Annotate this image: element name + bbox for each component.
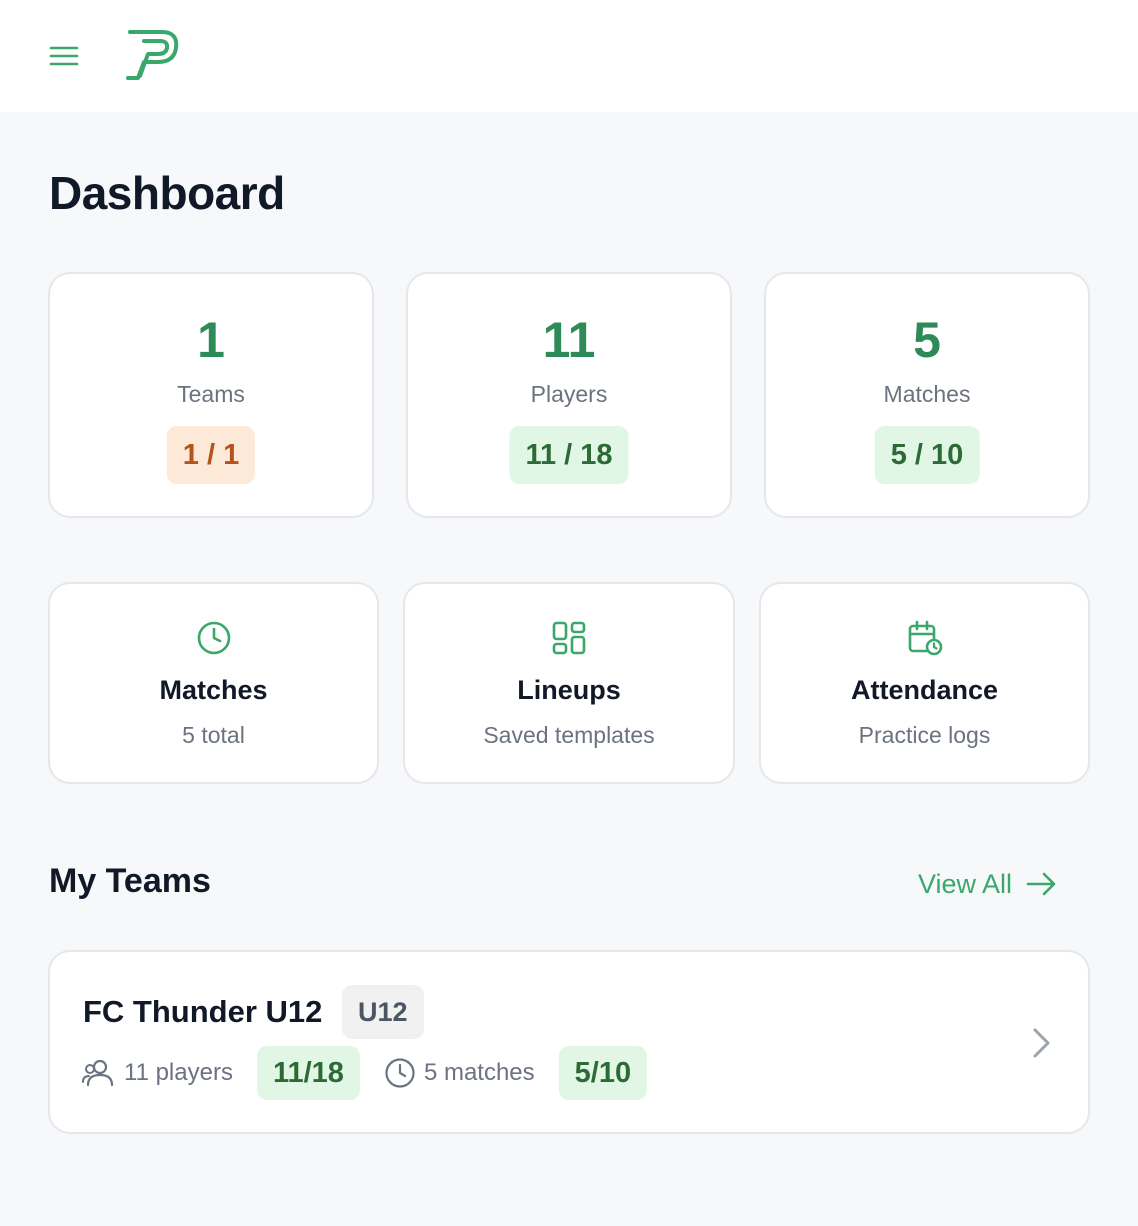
stat-label: Players (530, 381, 608, 407)
menu-button[interactable] (44, 38, 84, 74)
arrow-right-icon (1026, 872, 1056, 896)
nav-card-subtitle: 5 total (182, 722, 245, 748)
stat-value: 11 (542, 312, 596, 368)
nav-card-title: Matches (159, 675, 268, 705)
team-meta-row: 11 players 11/18 5 matches 5/10 (82, 1046, 648, 1100)
player-usage-badge: 11/18 (256, 1046, 360, 1100)
users-icon (82, 1059, 114, 1087)
view-all-link[interactable]: View All (918, 864, 1058, 904)
p-logo-icon[interactable] (124, 28, 182, 82)
stat-usage-badge: 1 / 1 (166, 426, 256, 484)
nav-card-lineups[interactable]: Lineups Saved templates (403, 582, 735, 784)
nav-card-subtitle: Saved templates (483, 722, 655, 748)
match-count: 5 matches (423, 1059, 535, 1086)
age-group-badge: U12 (342, 985, 424, 1039)
calendar-clock-icon (908, 620, 942, 656)
stat-value: 1 (197, 312, 225, 368)
nav-card-title: Attendance (850, 675, 999, 705)
nav-card-subtitle: Practice logs (858, 722, 991, 748)
team-name: FC Thunder U12 (83, 994, 323, 1029)
stat-label: Matches (883, 381, 971, 407)
section-title-my-teams: My Teams (49, 862, 211, 900)
stat-value: 5 (913, 312, 941, 368)
match-usage-badge: 5/10 (558, 1046, 648, 1100)
stat-label: Teams (177, 381, 245, 407)
stat-card-matches: 5 Matches 5 / 10 (764, 272, 1090, 518)
stat-usage-badge: 5 / 10 (874, 426, 980, 484)
chevron-right-icon (1033, 1028, 1050, 1058)
clock-icon (385, 1058, 415, 1088)
nav-card-attendance[interactable]: Attendance Practice logs (759, 582, 1090, 784)
player-count: 11 players (124, 1059, 233, 1086)
page-title: Dashboard (49, 167, 285, 219)
stat-card-teams: 1 Teams 1 / 1 (48, 272, 374, 518)
top-bar (0, 0, 1138, 112)
stat-card-players: 11 Players 11 / 18 (406, 272, 732, 518)
stat-usage-badge: 11 / 18 (509, 426, 629, 484)
view-all-label: View All (918, 868, 1013, 899)
clock-icon (197, 621, 230, 655)
nav-card-matches[interactable]: Matches 5 total (48, 582, 379, 784)
team-card[interactable]: FC Thunder U12 U12 11 players 11/18 5 ma… (48, 950, 1090, 1134)
nav-card-title: Lineups (517, 675, 621, 705)
hamburger-menu-icon (49, 46, 79, 66)
grid-layout-icon (552, 621, 586, 655)
